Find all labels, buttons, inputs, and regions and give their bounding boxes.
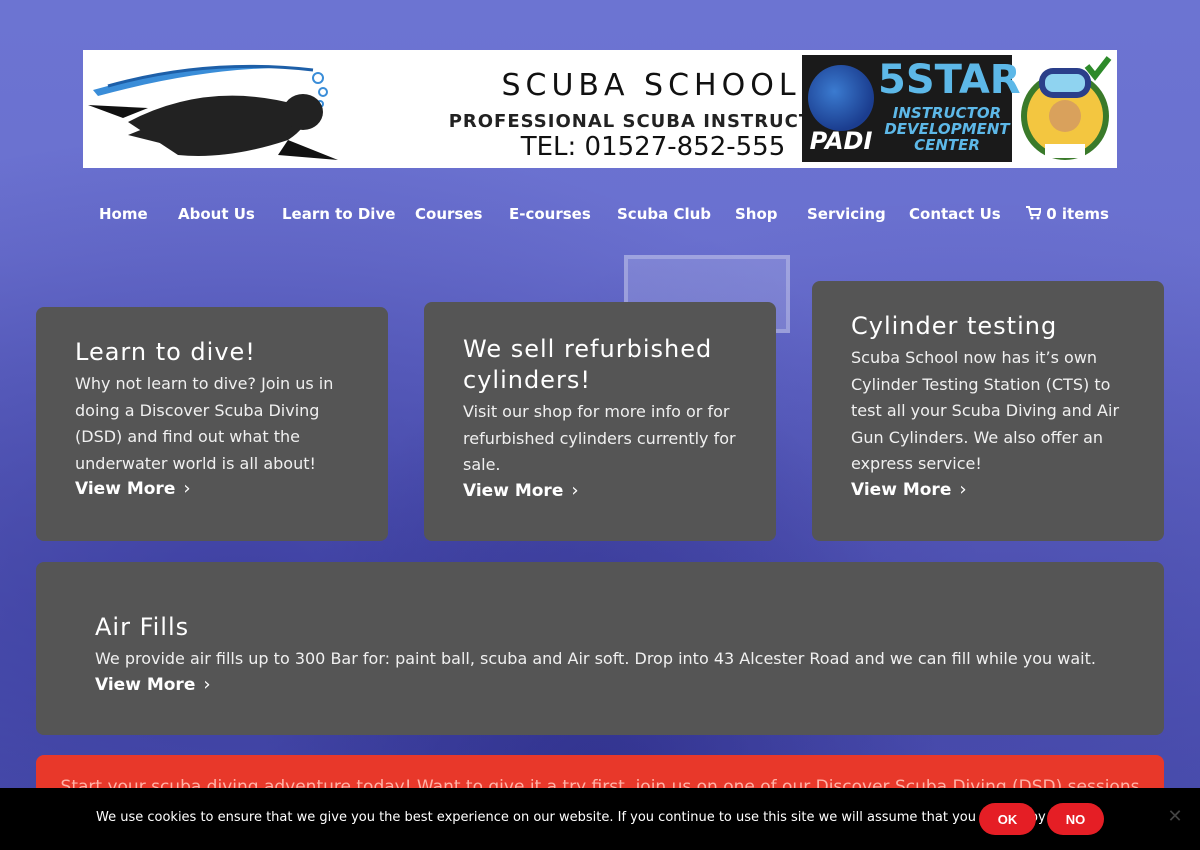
card-learn-to-dive: Learn to dive! Why not learn to dive? Jo…: [36, 307, 388, 541]
card-title: We sell refurbished cylinders!: [463, 335, 713, 394]
view-more-link[interactable]: View More ›: [463, 480, 579, 501]
cookie-text: We use cookies to ensure that we give yo…: [96, 810, 1095, 825]
nav-courses[interactable]: Courses: [415, 205, 482, 223]
chevron-right-icon: ›: [183, 478, 191, 499]
chevron-right-icon: ›: [959, 478, 967, 500]
nav-contact-us[interactable]: Contact Us: [909, 205, 1001, 223]
nav-shop[interactable]: Shop: [735, 205, 778, 223]
globe-icon: [808, 65, 874, 131]
nav-about-us[interactable]: About Us: [178, 205, 255, 223]
nav-scuba-club[interactable]: Scuba Club: [617, 205, 711, 223]
view-more-link[interactable]: View More ›: [851, 479, 967, 500]
card-text: Why not learn to dive? Join us in doing …: [75, 374, 334, 473]
idc-label: INSTRUCTOR DEVELOPMENT CENTER: [884, 104, 1010, 154]
nav-e-courses[interactable]: E-courses: [509, 205, 591, 223]
cookie-notice: We use cookies to ensure that we give yo…: [0, 788, 1200, 850]
nav-home[interactable]: Home: [99, 205, 148, 223]
cart-icon: [1026, 206, 1043, 220]
card-text: Scuba School now has it’s own Cylinder T…: [851, 348, 1120, 473]
nav-cart[interactable]: 0 items: [1026, 205, 1109, 223]
card-refurbished-cylinders: We sell refurbished cylinders! Visit our…: [424, 302, 776, 541]
view-more-label: View More: [851, 479, 952, 500]
padi-label: PADI: [809, 127, 873, 155]
cookie-ok-button[interactable]: OK: [979, 803, 1036, 835]
youth-training-badge-icon: [1021, 56, 1112, 160]
card-cylinder-testing: Cylinder testing Scuba School now has it…: [812, 281, 1164, 541]
view-more-label: View More: [95, 674, 196, 695]
view-more-link[interactable]: View More ›: [75, 478, 191, 499]
diver-logo-icon: [88, 64, 338, 160]
card-title: Cylinder testing: [851, 312, 1058, 340]
card-title: Air Fills: [95, 613, 190, 641]
card-air-fills: Air Fills We provide air fills up to 300…: [36, 562, 1164, 735]
view-more-link[interactable]: View More ›: [95, 674, 211, 695]
chevron-right-icon: ›: [203, 673, 211, 695]
view-more-label: View More: [75, 479, 176, 499]
five-star-label: 5STAR: [878, 57, 1021, 103]
nav-learn-to-dive[interactable]: Learn to Dive: [282, 205, 395, 223]
cart-count: 0 items: [1046, 205, 1109, 223]
view-more-label: View More: [463, 480, 564, 501]
card-title: Learn to dive!: [75, 338, 256, 366]
padi-5star-logo: PADI 5STAR INSTRUCTOR DEVELOPMENT CENTER: [802, 55, 1021, 162]
cookie-no-button[interactable]: NO: [1047, 803, 1104, 835]
close-icon[interactable]: ✕: [1166, 808, 1184, 826]
card-text: We provide air fills up to 300 Bar for: …: [95, 649, 1096, 668]
card-text: Visit our shop for more info or for refu…: [463, 402, 736, 474]
site-banner[interactable]: SCUBA SCHOOL PROFESSIONAL SCUBA INSTRUCT…: [83, 50, 1117, 168]
main-nav: Home About Us Learn to Dive Courses E-co…: [83, 205, 1117, 229]
nav-servicing[interactable]: Servicing: [807, 205, 886, 223]
chevron-right-icon: ›: [571, 479, 579, 501]
